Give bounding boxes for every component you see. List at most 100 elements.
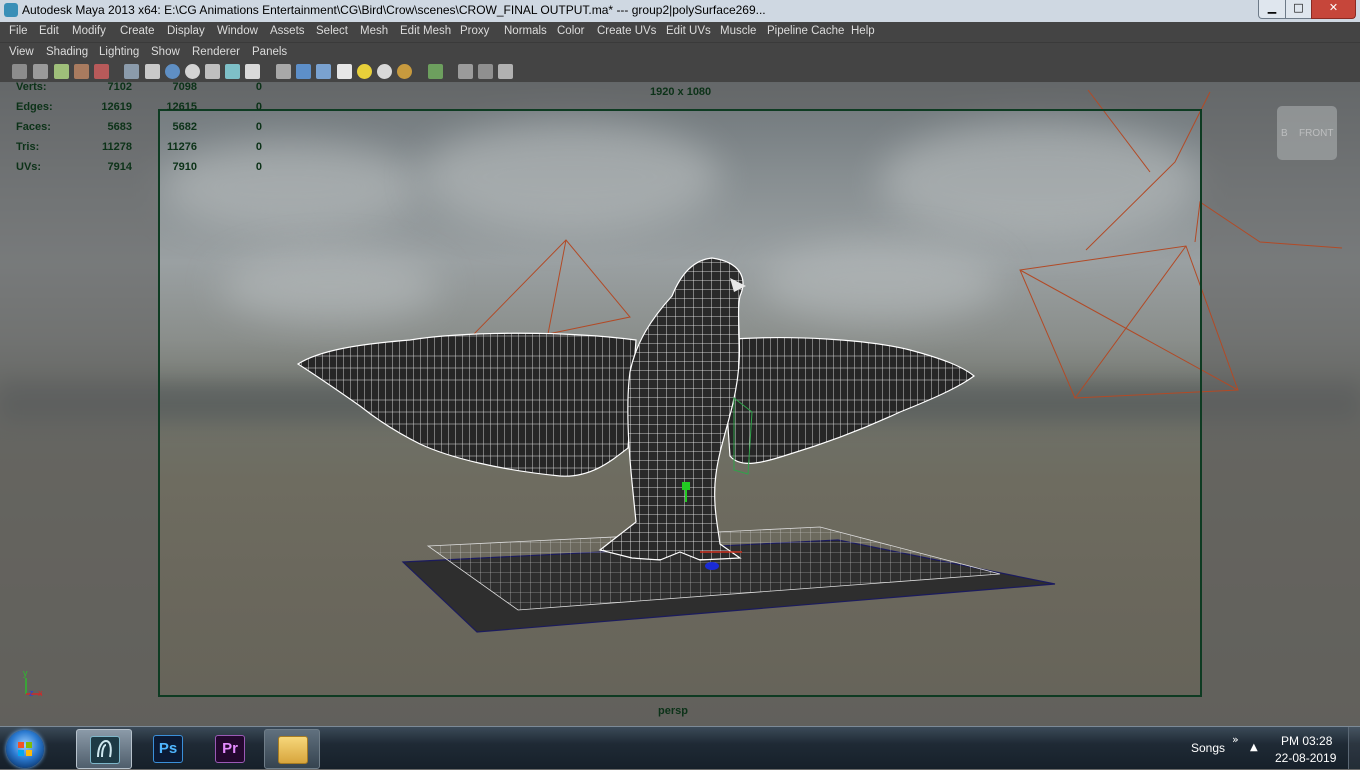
wireframe-on-shaded-icon[interactable] (316, 64, 331, 79)
xray-joints-icon[interactable] (478, 64, 493, 79)
hud-value-object: 5683 (107, 121, 132, 133)
hud-value-components: 0 (255, 141, 262, 153)
windows-taskbar: Ps Pr Songs » ▲ PM 03:28 22-08-2019 (0, 726, 1360, 769)
hud-row-tris: Tris: 11278 11276 0 (16, 141, 266, 157)
hud-row-verts: Verts: 7102 7098 0 (16, 82, 266, 97)
minimize-button[interactable]: ▁ (1258, 0, 1286, 19)
taskbar-app-premiere[interactable]: Pr (202, 729, 256, 767)
taskbar-app-maya[interactable] (76, 729, 132, 769)
window-controls: ▁ □ ✕ (1258, 0, 1356, 19)
panel-menu-panels[interactable]: Panels (252, 46, 287, 58)
film-gate-frame (158, 109, 1202, 697)
menu-mesh[interactable]: Mesh (360, 25, 388, 37)
gate-mask-icon[interactable] (185, 64, 200, 79)
hud-label: Tris: (16, 141, 40, 153)
safe-action-icon[interactable] (225, 64, 240, 79)
taskbar-app-photoshop[interactable]: Ps (140, 729, 194, 767)
wireframe-icon[interactable] (276, 64, 291, 79)
safe-title-icon[interactable] (245, 64, 260, 79)
axis-x-label: x (38, 688, 43, 698)
field-chart-icon[interactable] (205, 64, 220, 79)
film-gate-icon[interactable] (145, 64, 160, 79)
default-light-icon[interactable] (357, 64, 372, 79)
menu-select[interactable]: Select (316, 25, 348, 37)
maximize-button[interactable]: □ (1285, 0, 1312, 19)
menu-edit[interactable]: Edit (39, 25, 59, 37)
panel-menu-lighting[interactable]: Lighting (99, 46, 139, 58)
menu-modify[interactable]: Modify (72, 25, 106, 37)
resolution-gate-icon[interactable] (165, 64, 180, 79)
taskbar-app-explorer[interactable] (264, 729, 320, 769)
menu-color[interactable]: Color (557, 25, 584, 37)
window-title: Autodesk Maya 2013 x64: E:\CG Animations… (22, 3, 766, 17)
hud-value-object: 7102 (107, 82, 132, 93)
persp-viewport[interactable]: 1920 x 1080 persp Verts: 7102 7098 0 Edg… (0, 82, 1360, 726)
camera-attributes-icon[interactable] (33, 64, 48, 79)
all-lights-icon[interactable] (377, 64, 392, 79)
menu-normals[interactable]: Normals (504, 25, 547, 37)
2d-pan-zoom-icon[interactable] (94, 64, 109, 79)
viewcube-front-face[interactable]: FRONT (1299, 128, 1333, 139)
maya-logo-icon (97, 739, 112, 758)
viewcube-left-face[interactable]: B (1281, 128, 1288, 139)
clock-date[interactable]: 22-08-2019 (1275, 751, 1336, 765)
hud-value-components: 0 (255, 101, 262, 113)
windows-logo-icon (18, 742, 32, 756)
panel-menu-view[interactable]: View (9, 46, 34, 58)
bookmark-icon[interactable] (54, 64, 69, 79)
xray-icon[interactable] (458, 64, 473, 79)
axis-indicator: y z x (20, 668, 50, 702)
hud-row-edges: Edges: 12619 12615 0 (16, 101, 266, 117)
hud-value-object: 11278 (102, 141, 132, 153)
menu-file[interactable]: File (9, 25, 28, 37)
hud-value-selected: 12615 (166, 101, 197, 113)
resolution-label: 1920 x 1080 (650, 86, 712, 98)
grid-icon[interactable] (124, 64, 139, 79)
hud-row-uvs: UVs: 7914 7910 0 (16, 161, 266, 177)
tray-toolbar-songs[interactable]: Songs (1191, 741, 1225, 755)
menu-assets[interactable]: Assets (270, 25, 305, 37)
hud-value-object: 12619 (101, 101, 132, 113)
maya-icon (90, 736, 120, 764)
panel-toolbar (0, 62, 1360, 82)
hud-value-selected: 7910 (172, 161, 197, 173)
menu-edit-mesh[interactable]: Edit Mesh (400, 25, 451, 37)
shadows-icon[interactable] (397, 64, 412, 79)
panel-menu-show[interactable]: Show (151, 46, 180, 58)
menu-display[interactable]: Display (167, 25, 205, 37)
isolate-select-icon[interactable] (428, 64, 443, 79)
menu-create-uvs[interactable]: Create UVs (597, 25, 656, 37)
premiere-icon: Pr (215, 735, 245, 763)
menu-edit-uvs[interactable]: Edit UVs (666, 25, 711, 37)
photoshop-icon: Ps (153, 735, 183, 763)
viewcube[interactable]: B FRONT (1277, 106, 1337, 160)
start-button[interactable] (6, 730, 44, 768)
menu-window[interactable]: Window (217, 25, 258, 37)
show-desktop-button[interactable] (1348, 727, 1360, 769)
image-plane-icon[interactable] (74, 64, 89, 79)
textured-icon[interactable] (337, 64, 352, 79)
clock-time[interactable]: PM 03:28 (1281, 734, 1332, 748)
camera-select-icon[interactable] (12, 64, 27, 79)
hud-value-components: 0 (255, 121, 262, 133)
main-menu-bar: File Edit Modify Create Display Window A… (0, 22, 1360, 42)
menu-help[interactable]: Help (851, 25, 875, 37)
hardware-texturing-icon[interactable] (498, 64, 513, 79)
menu-muscle[interactable]: Muscle (720, 25, 756, 37)
hud-value-selected: 7098 (172, 82, 197, 93)
tray-toolbar-chevron-icon[interactable]: » (1232, 733, 1239, 746)
panel-menu-renderer[interactable]: Renderer (192, 46, 240, 58)
menu-create[interactable]: Create (120, 25, 155, 37)
show-hidden-icons-button[interactable]: ▲ (1250, 742, 1258, 753)
panel-menu-bar: View Shading Lighting Show Renderer Pane… (0, 42, 1360, 63)
hud-value-selected: 11276 (167, 141, 197, 153)
axis-y-label: y (23, 668, 28, 678)
menu-pipeline-cache[interactable]: Pipeline Cache (767, 25, 844, 37)
hud-label: Edges: (16, 101, 53, 113)
menu-proxy[interactable]: Proxy (460, 25, 489, 37)
smooth-shade-icon[interactable] (296, 64, 311, 79)
close-button[interactable]: ✕ (1311, 0, 1356, 19)
maya-app-icon[interactable] (4, 3, 18, 17)
panel-menu-shading[interactable]: Shading (46, 46, 88, 58)
folder-icon (278, 736, 308, 764)
